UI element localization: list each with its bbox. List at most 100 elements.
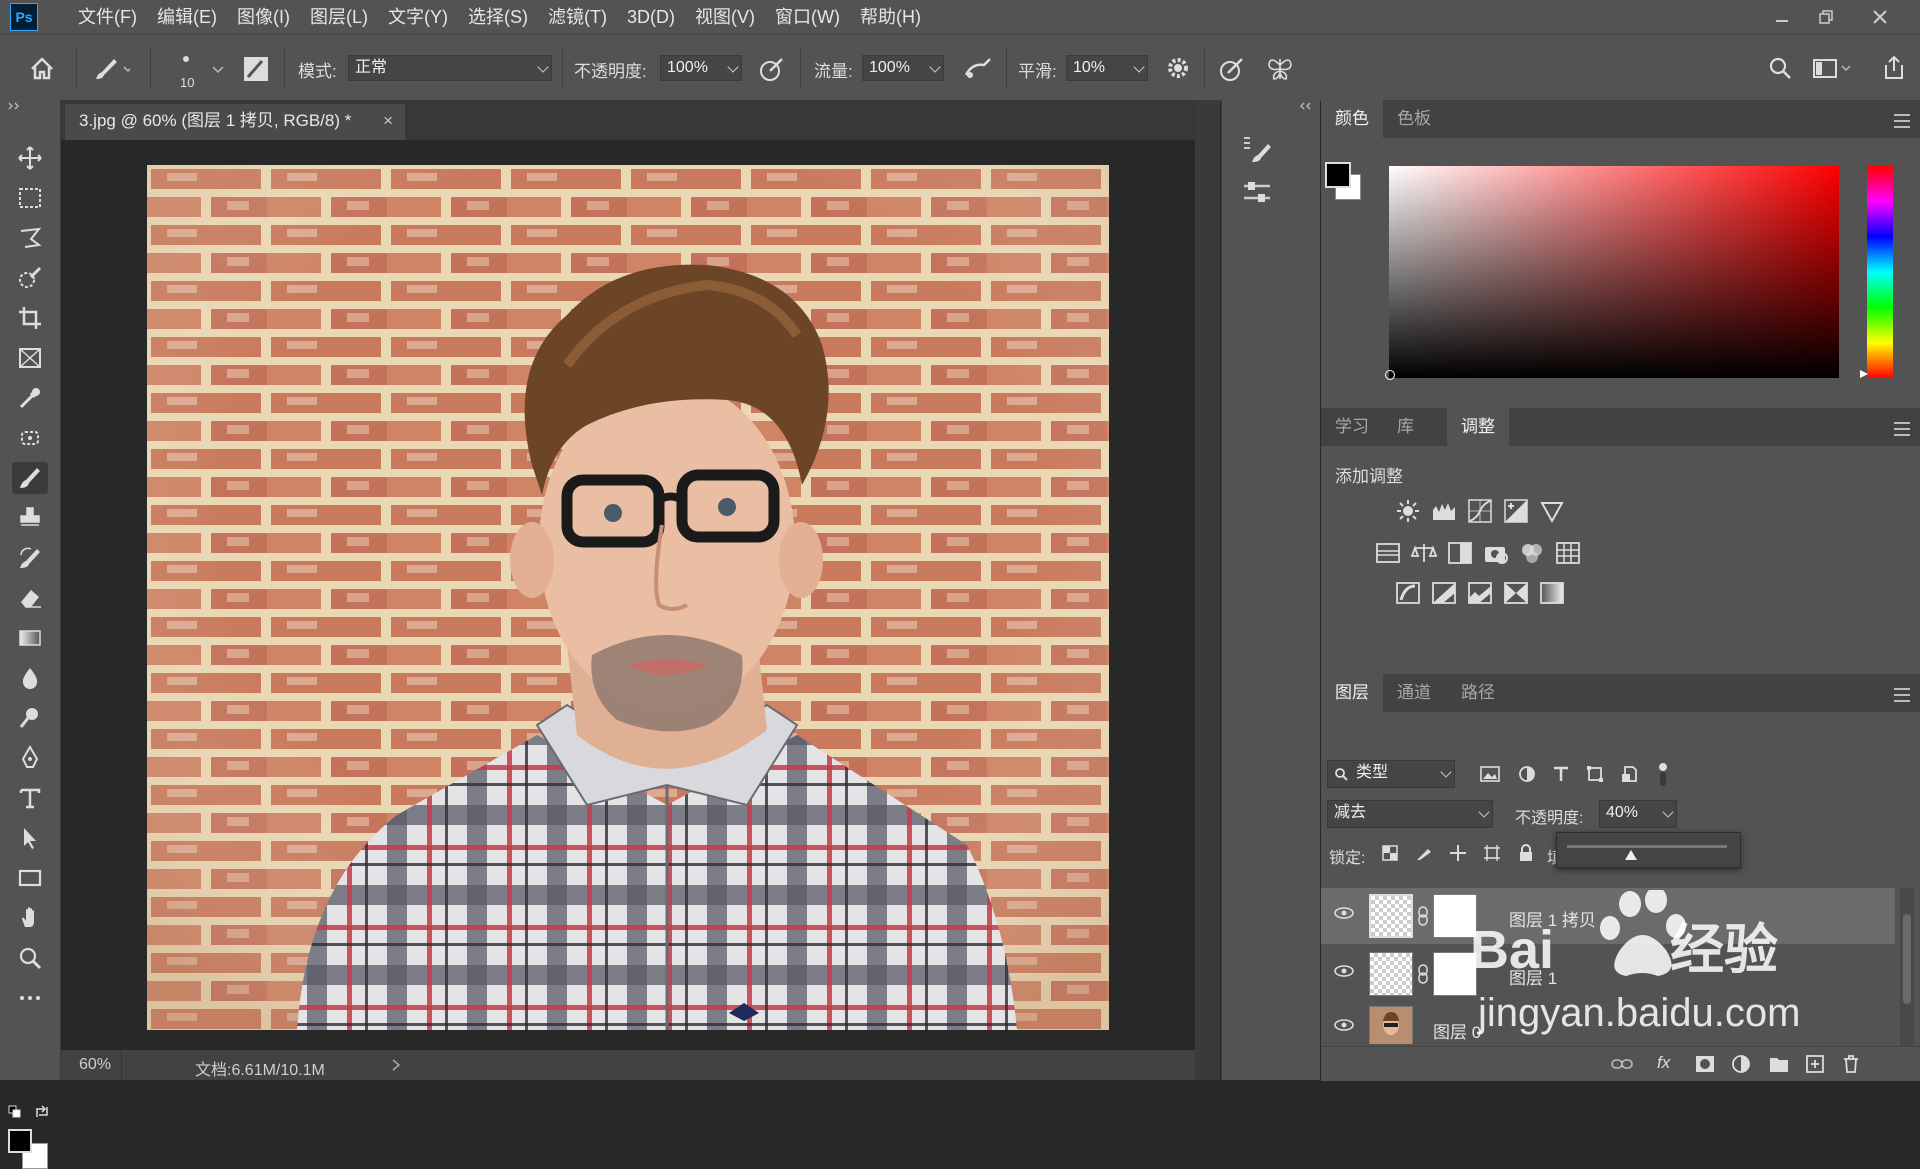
layer-mask-thumbnail[interactable] [1433,952,1477,996]
group-icon[interactable] [1769,1055,1789,1073]
layer-row[interactable]: 图层 0 [1321,1000,1895,1044]
move-tool-icon[interactable] [12,142,48,174]
menu-help[interactable]: 帮助(H) [850,0,931,34]
tab-color[interactable]: 颜色 [1321,100,1383,138]
layer-name[interactable]: 图层 1 [1509,964,1557,989]
mask-icon[interactable] [1695,1055,1715,1073]
rectangle-tool-icon[interactable] [12,862,48,894]
document-tab[interactable]: 3.jpg @ 60% (图层 1 拷贝, RGB/8) * × [65,104,405,140]
default-colors-icon[interactable] [8,1105,22,1119]
layer-thumbnail[interactable] [1369,894,1413,938]
layer-row-selected[interactable]: 图层 1 拷贝 [1321,888,1895,944]
channel-mixer-icon[interactable] [1519,540,1545,566]
document-info[interactable]: 文档:6.61M/10.1M [195,1056,325,1080]
color-field[interactable] [1385,166,1839,380]
opacity-slider-thumb[interactable] [1624,849,1638,861]
fx-icon[interactable]: fx [1657,1053,1670,1073]
filter-pixel-icon[interactable] [1479,764,1501,784]
selective-color-icon[interactable] [1503,580,1529,606]
tab-paths[interactable]: 路径 [1447,674,1509,712]
pressure-size-icon[interactable] [1216,51,1248,85]
dodge-tool-icon[interactable] [12,702,48,734]
color-panel-menu-icon[interactable] [1894,114,1910,128]
pen-tool-icon[interactable] [12,742,48,774]
filter-shape-icon[interactable] [1585,764,1605,784]
brush-tool-icon[interactable] [12,462,48,494]
zoom-level[interactable]: 60% [79,1056,111,1074]
opacity-slider-popup[interactable] [1556,832,1741,868]
invert-icon[interactable] [1395,580,1421,606]
layers-scrollbar[interactable] [1900,888,1914,1046]
menu-filter[interactable]: 滤镜(T) [538,0,617,34]
lock-transparent-icon[interactable] [1381,844,1399,862]
quick-selection-tool-icon[interactable] [12,262,48,294]
eyedropper-tool-icon[interactable] [12,382,48,414]
hand-tool-icon[interactable] [12,902,48,934]
document-canvas[interactable] [147,165,1109,1030]
tab-learn[interactable]: 学习 [1321,408,1383,446]
brush-settings-icon[interactable] [1240,132,1276,168]
black-white-icon[interactable] [1447,540,1473,566]
layer-mask-thumbnail[interactable] [1433,894,1477,938]
lasso-tool-icon[interactable] [12,222,48,254]
menu-edit[interactable]: 编辑(E) [147,0,227,34]
tab-swatches[interactable]: 色板 [1383,100,1445,138]
menu-file[interactable]: 文件(F) [68,0,147,34]
brush-size-picker[interactable]: 10 [176,49,206,93]
layer-name[interactable]: 图层 0 [1433,1018,1481,1043]
lock-pixels-icon[interactable] [1415,844,1433,862]
close-tab-icon[interactable]: × [383,104,393,138]
layers-panel-menu-icon[interactable] [1894,688,1910,702]
expand-panels-icon[interactable] [1298,102,1312,110]
filter-type-icon[interactable] [1551,764,1571,784]
type-tool-icon[interactable] [12,782,48,814]
lock-all-icon[interactable] [1517,844,1535,862]
eraser-tool-icon[interactable] [12,582,48,614]
layer-thumbnail[interactable] [1369,1006,1413,1044]
zoom-tool-icon[interactable] [12,942,48,974]
close-window-button[interactable] [1858,0,1902,34]
workspace-icon[interactable] [1810,51,1850,85]
home-icon[interactable] [26,51,58,85]
visibility-eye-icon[interactable] [1333,964,1355,978]
blur-tool-icon[interactable] [12,662,48,694]
status-menu-arrow-icon[interactable] [391,1059,401,1071]
menu-select[interactable]: 选择(S) [458,0,538,34]
collapse-toolbar-icon[interactable] [8,102,22,110]
menu-3d[interactable]: 3D(D) [617,0,685,34]
photo-filter-icon[interactable] [1483,540,1509,566]
clone-stamp-tool-icon[interactable] [12,502,48,534]
share-icon[interactable] [1878,51,1910,85]
link-icon[interactable] [1611,1055,1633,1073]
healing-brush-tool-icon[interactable] [12,422,48,454]
smoothing-options-gear-icon[interactable] [1162,51,1194,85]
filter-toggle-icon[interactable] [1657,760,1669,788]
brush-panel-toggle-icon[interactable] [240,51,272,85]
chevron-down-icon[interactable] [212,65,224,75]
chain-link-icon[interactable] [1417,964,1429,984]
lock-artboard-icon[interactable] [1483,844,1501,862]
filter-adjustment-icon[interactable] [1517,764,1537,784]
layer-thumbnail[interactable] [1369,952,1413,996]
foreground-color-swatch[interactable] [8,1129,32,1153]
search-icon[interactable] [1764,51,1796,85]
color-foreground-swatch[interactable] [1325,162,1351,188]
tab-libraries[interactable]: 库 [1383,408,1428,446]
tab-channels[interactable]: 通道 [1383,674,1445,712]
chain-link-icon[interactable] [1417,906,1429,926]
trash-icon[interactable] [1841,1054,1861,1074]
restore-button[interactable] [1804,0,1848,34]
tab-adjustments[interactable]: 调整 [1447,408,1509,446]
layer-opacity-input[interactable]: 40% [1599,800,1677,828]
filter-smart-object-icon[interactable] [1619,764,1639,784]
menu-layer[interactable]: 图层(L) [300,0,378,34]
adjustment-icon[interactable] [1731,1054,1751,1074]
opacity-input[interactable]: 100% [660,55,742,81]
gradient-tool-icon[interactable] [12,622,48,654]
airbrush-icon[interactable] [960,51,992,85]
posterize-icon[interactable] [1431,580,1457,606]
symmetry-butterfly-icon[interactable] [1264,51,1296,85]
history-brush-tool-icon[interactable] [12,542,48,574]
adjust-panel-menu-icon[interactable] [1894,422,1910,436]
marquee-tool-icon[interactable] [12,182,48,214]
